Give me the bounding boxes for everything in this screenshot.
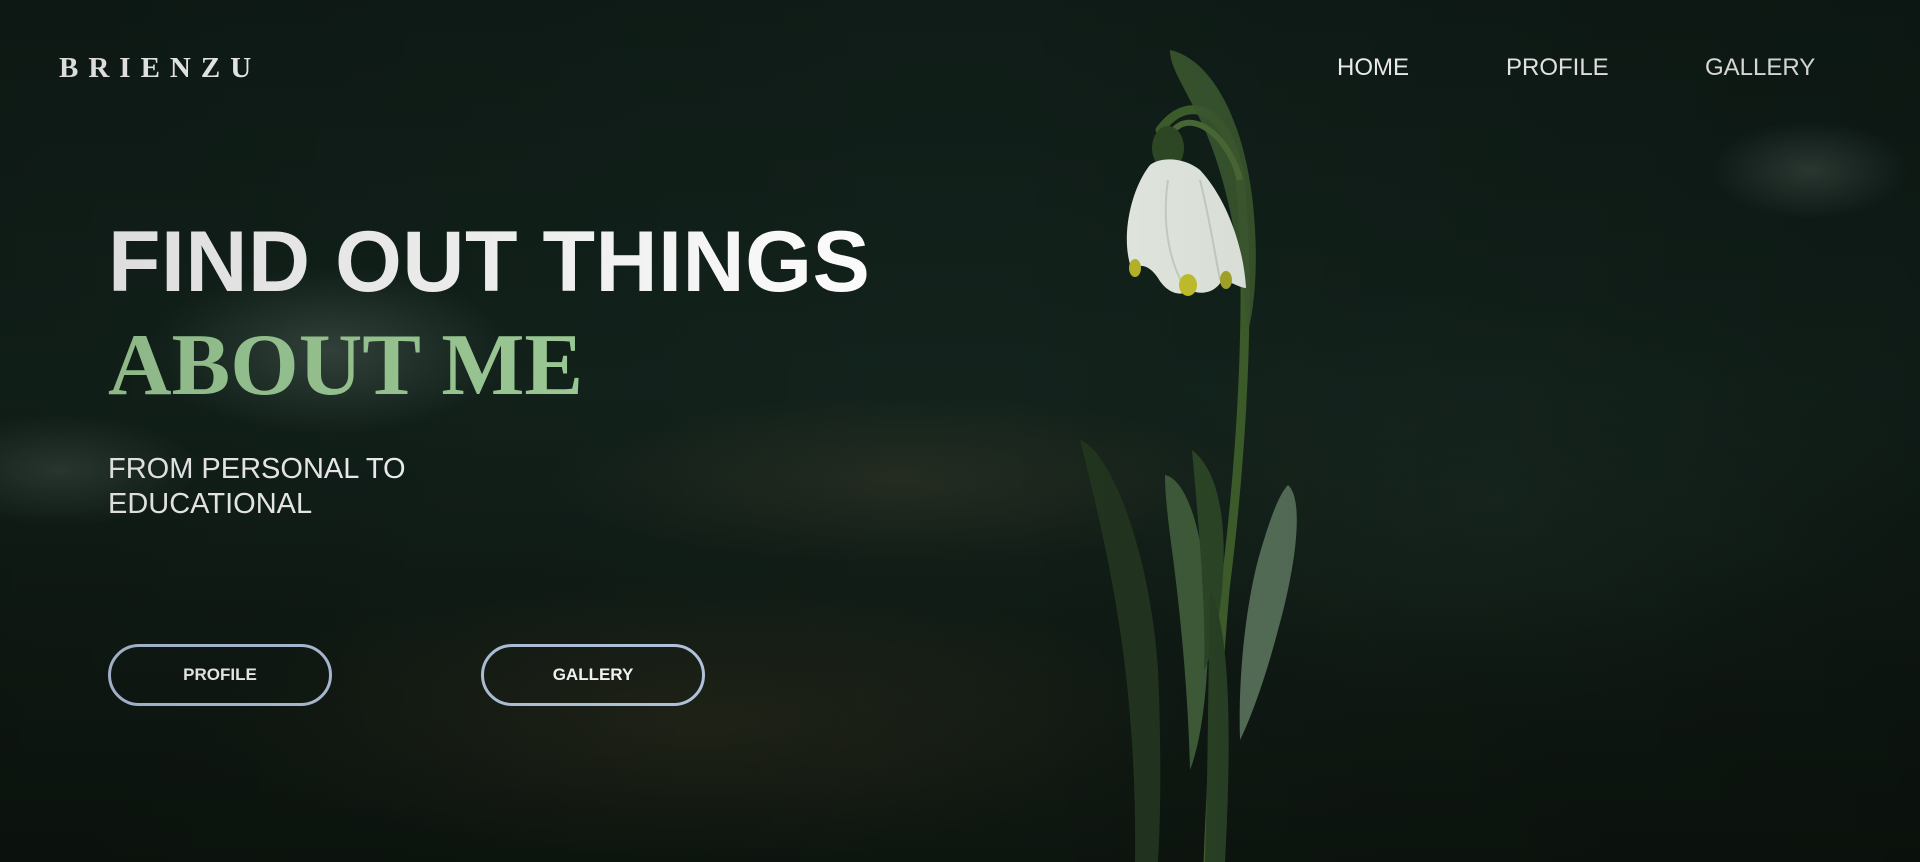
hero-subtitle-line2: EDUCATIONAL [108, 488, 313, 520]
profile-button[interactable]: PROFILE [108, 644, 332, 706]
snowdrop-flower-image [1080, 50, 1297, 862]
hero-headline-primary: FIND OUT THINGS [108, 214, 871, 310]
gallery-button[interactable]: GALLERY [481, 644, 705, 706]
nav-gallery-link[interactable]: GALLERY [1705, 54, 1815, 82]
nav-profile-link[interactable]: PROFILE [1506, 54, 1609, 82]
hero-section: BRIENZU HOME PROFILE GALLERY FIND OUT TH… [0, 0, 1920, 862]
nav-home-link[interactable]: HOME [1337, 54, 1409, 82]
hero-headline-accent: ABOUT ME [108, 317, 584, 414]
hero-subtitle-line1: FROM PERSONAL TO [108, 453, 406, 485]
hero-subtitle: FROM PERSONAL TO EDUCATIONAL [108, 452, 448, 522]
top-nav: HOME PROFILE GALLERY [0, 54, 1920, 84]
